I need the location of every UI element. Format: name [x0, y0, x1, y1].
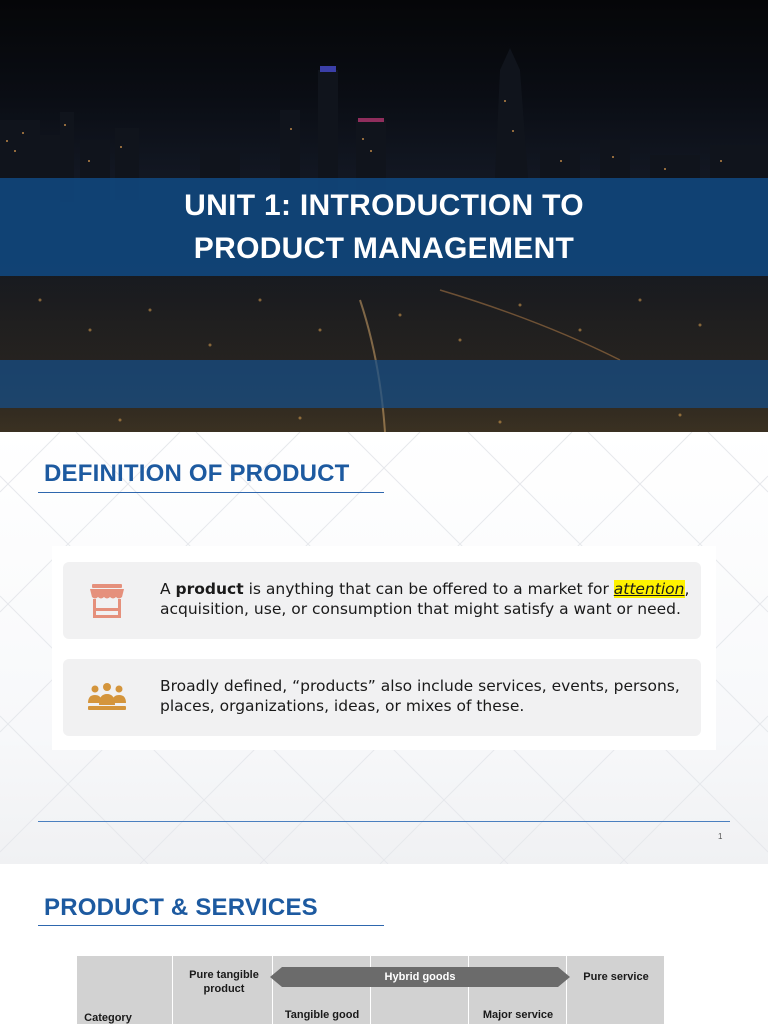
category-label: Category	[84, 1012, 132, 1024]
product-term: product	[175, 580, 244, 598]
slide-heading: PRODUCT & SERVICES	[44, 894, 318, 921]
major-service-label: Major service	[482, 1009, 554, 1021]
title-band: UNIT 1: INTRODUCTION TO PRODUCT MANAGEME…	[0, 178, 768, 276]
definition-slide: DEFINITION OF PRODUCT A product is anyth…	[0, 432, 768, 864]
market-stall-icon	[90, 584, 124, 618]
definition-card: A product is anything that can be offere…	[63, 562, 701, 639]
product-services-slide: PRODUCT & SERVICES Hybrid goods Pure tan…	[0, 864, 768, 1024]
highlighted-word: attention	[613, 580, 685, 598]
broad-definition-text: Broadly defined, “products” also include…	[160, 677, 680, 715]
pure-tangible-label: Pure tangible product	[189, 969, 259, 995]
subtitle-band	[0, 360, 768, 408]
slide-heading: DEFINITION OF PRODUCT	[44, 460, 350, 487]
pure-service-label: Pure service	[583, 971, 649, 983]
hybrid-goods-label: Hybrid goods	[384, 971, 456, 983]
definition-text: A product is anything that can be offere…	[160, 580, 690, 618]
footer-divider	[38, 821, 730, 822]
heading-underline	[38, 492, 384, 493]
broad-definition-card: Broadly defined, “products” also include…	[63, 659, 701, 736]
tangible-good-label: Tangible good	[284, 1009, 360, 1021]
slide-title: UNIT 1: INTRODUCTION TO PRODUCT MANAGEME…	[184, 189, 584, 265]
heading-underline	[38, 925, 384, 926]
title-slide: UNIT 1: INTRODUCTION TO PRODUCT MANAGEME…	[0, 0, 768, 432]
page-number: 1	[718, 832, 723, 841]
people-group-icon	[88, 683, 126, 710]
